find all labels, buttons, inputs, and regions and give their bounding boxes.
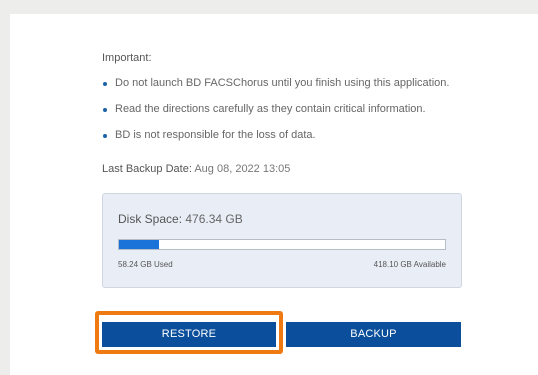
backup-button[interactable]: BACKUP [286, 322, 461, 347]
backup-restore-panel: Important: Do not launch BD FACSChorus u… [10, 14, 538, 375]
important-heading: Important: [102, 52, 152, 64]
last-backup-value: Aug 08, 2022 13:05 [194, 163, 291, 175]
bullet-dot-icon [103, 134, 107, 138]
important-item: BD is not responsible for the loss of da… [102, 129, 449, 155]
disk-usage-bar-fill [119, 240, 159, 249]
bullet-dot-icon [103, 82, 107, 86]
disk-used-text: 58.24 GB Used [118, 260, 173, 269]
disk-space-total: 476.34 GB [185, 212, 243, 226]
bullet-dot-icon [103, 108, 107, 112]
important-list: Do not launch BD FACSChorus until you fi… [102, 77, 449, 155]
disk-space-heading: Disk Space: 476.34 GB [118, 212, 243, 226]
important-item-text: Read the directions carefully as they co… [115, 103, 426, 115]
last-backup-date: Last Backup Date: Aug 08, 2022 13:05 [102, 163, 290, 175]
disk-available-text: 418.10 GB Available [373, 260, 446, 269]
disk-usage-bar [118, 239, 446, 250]
important-item: Read the directions carefully as they co… [102, 103, 449, 129]
disk-space-card: Disk Space: 476.34 GB 58.24 GB Used 418.… [102, 193, 462, 288]
important-item-text: Do not launch BD FACSChorus until you fi… [115, 77, 450, 89]
restore-button[interactable]: RESTORE [102, 322, 276, 347]
disk-space-label: Disk Space: [118, 212, 183, 226]
last-backup-label: Last Backup Date: [102, 163, 192, 175]
important-item: Do not launch BD FACSChorus until you fi… [102, 77, 449, 103]
important-item-text: BD is not responsible for the loss of da… [115, 129, 316, 141]
